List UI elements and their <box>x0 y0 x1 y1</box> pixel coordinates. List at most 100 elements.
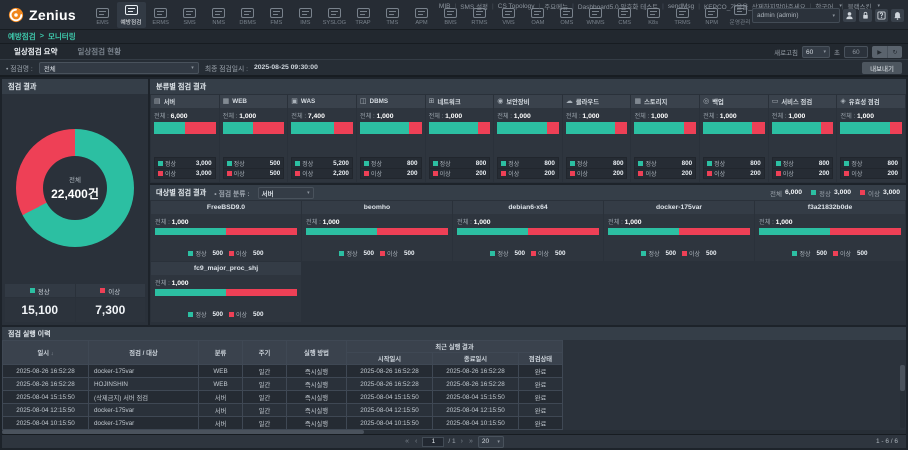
col-state[interactable]: 점검상태 <box>519 353 563 365</box>
normal-swatch <box>364 161 369 166</box>
nav-item-ems[interactable]: EMS <box>88 5 117 28</box>
col-group-last-result: 최근 실행 결과 <box>347 341 563 353</box>
normal-swatch <box>638 161 643 166</box>
last-page-button[interactable]: » <box>468 438 474 445</box>
normal-swatch <box>641 251 646 256</box>
help-icon <box>877 11 886 20</box>
database-icon: ◫ <box>360 98 367 105</box>
play-button[interactable]: ▶ <box>872 46 887 58</box>
history-row[interactable]: 2025-08-04 12:15:50docker-175var서버일간즉시실행… <box>3 404 563 417</box>
category-card-network: ⊞네트워크 전체 : 1,000 정상800 이상200 <box>426 95 494 182</box>
nav-item-prevention-check[interactable]: 예방점검 <box>117 2 146 28</box>
scrollbar-thumb[interactable] <box>900 365 905 391</box>
target-category-select[interactable]: 서버▾ <box>258 187 314 199</box>
status-badge: 완료 <box>519 417 563 430</box>
refresh-interval-select[interactable]: 60▾ <box>802 46 830 58</box>
result-bar <box>759 228 901 235</box>
history-row[interactable]: 2025-08-26 16:52:28docker-175varWEB일간즉시실… <box>3 365 563 378</box>
lock-icon <box>861 11 870 20</box>
link-sendmsg[interactable]: sendMsg <box>664 3 698 10</box>
reload-button[interactable]: ↻ <box>887 46 902 58</box>
result-bar <box>429 122 491 134</box>
result-bar <box>306 228 448 235</box>
abnormal-swatch <box>364 171 369 176</box>
nav-item-fms[interactable]: FMS <box>262 5 291 28</box>
result-bar <box>223 122 285 134</box>
category-card-web: ▦WEB 전체 : 1,000 정상500 이상500 <box>220 95 288 182</box>
result-bar <box>360 122 422 134</box>
nav-item-nms[interactable]: NMS <box>204 5 233 28</box>
breadcrumb-section[interactable]: 예방점검 <box>8 31 36 42</box>
help-button[interactable] <box>875 9 888 22</box>
result-bar <box>155 289 297 296</box>
validity-icon: ◈ <box>840 98 845 105</box>
nav-item-erms[interactable]: ERMS <box>146 5 175 28</box>
page-size-select[interactable]: 20▾ <box>478 436 504 448</box>
abnormal-swatch <box>295 171 300 176</box>
nav-item-syslog[interactable]: SYSLOG <box>320 5 349 28</box>
result-bar <box>497 122 559 134</box>
last-check-label: 최종 점검일시 : <box>205 63 248 73</box>
prev-page-button[interactable]: ‹ <box>414 438 418 445</box>
abnormal-count: 7,300 <box>76 298 146 322</box>
history-row[interactable]: 2025-08-26 16:52:28HOJINSHINWEB일간즉시실행202… <box>3 378 563 391</box>
col-target[interactable]: 점검 / 대상 <box>89 341 199 365</box>
top-bar: Zenius EMS 예방점검 ERMS SMS NMS DBMS FMS IM… <box>0 0 908 30</box>
normal-swatch <box>158 161 163 166</box>
normal-swatch <box>707 161 712 166</box>
col-start[interactable]: 시작일시 <box>347 353 433 365</box>
ems-icon <box>96 8 109 18</box>
first-page-button[interactable]: « <box>404 438 410 445</box>
check-name-select[interactable]: 전체▾ <box>39 62 199 74</box>
link-main-menu[interactable]: 주요메뉴 <box>540 1 572 11</box>
lock-button[interactable] <box>859 9 872 22</box>
nav-item-trap[interactable]: TRAP <box>349 5 378 28</box>
chevron-down-icon: ▾ <box>824 49 827 55</box>
target-card-beomho: beomho 전체 : 1,000 정상500이상500 <box>302 201 452 261</box>
page-total: / 1 <box>448 438 455 445</box>
nav-item-sms[interactable]: SMS <box>175 5 204 28</box>
status-badge: 완료 <box>519 391 563 404</box>
next-page-button[interactable]: › <box>460 438 464 445</box>
nav-item-dbms[interactable]: DBMS <box>233 5 262 28</box>
page-input[interactable]: 1 <box>422 437 444 447</box>
tab-daily-summary[interactable]: 일상점검 요약 <box>4 44 67 59</box>
abnormal-swatch <box>501 171 506 176</box>
category-card-backup: ◎백업 전체 : 1,000 정상800 이상200 <box>700 95 768 182</box>
alarm-button[interactable] <box>891 9 904 22</box>
normal-swatch <box>792 251 797 256</box>
user-menu[interactable]: admin (admin)▾ <box>752 8 840 23</box>
col-end[interactable]: 종료일시 <box>433 353 519 365</box>
export-button[interactable]: 내보내기 <box>862 62 902 74</box>
nav-item-tms[interactable]: TMS <box>378 5 407 28</box>
category-cards: ▤서버 전체 : 6,000 정상3,000 이상3,000 ▦WEB 전체 :… <box>150 94 906 183</box>
col-date[interactable]: 일시 ↓ <box>3 341 89 365</box>
target-card-freebsd9: FreeBSD9.0 전체 : 1,000 정상500이상500 <box>151 201 301 261</box>
tab-daily-status[interactable]: 일상점검 현황 <box>67 44 130 59</box>
history-row[interactable]: 2025-08-04 10:15:50docker-175var서버일간즉시실행… <box>3 417 563 430</box>
target-card-debian6: debian6-x64 전체 : 1,000 정상500이상500 <box>453 201 603 261</box>
apm-icon <box>415 8 428 18</box>
result-bar <box>291 122 353 134</box>
history-row[interactable]: 2025-08-04 15:15:50(삭제금지) 서버 점검서버일간즉시실행2… <box>3 391 563 404</box>
vertical-scrollbar[interactable] <box>900 365 905 428</box>
last-check-value: 2025-08-25 09:30:00 <box>254 64 318 71</box>
category-card-service-check: ▭서비스 점검 전체 : 1,000 정상800 이상200 <box>769 95 837 182</box>
user-profile-button[interactable] <box>843 9 856 22</box>
col-method[interactable]: 실행 방법 <box>287 341 347 365</box>
link-cs-topology[interactable]: CS Topology <box>494 3 539 10</box>
col-cycle[interactable]: 주기 <box>243 341 287 365</box>
abnormal-swatch <box>229 312 234 317</box>
link-mib[interactable]: MIB <box>435 3 455 10</box>
shield-icon: ◉ <box>497 98 503 105</box>
link-dashboard-test[interactable]: Dashboard5.0 암호화 테스트 <box>574 1 662 11</box>
nav-item-ims[interactable]: IMS <box>291 5 320 28</box>
col-category[interactable]: 분류 <box>199 341 243 365</box>
link-sms-settings[interactable]: SMS 설정 <box>456 1 492 11</box>
abnormal-swatch <box>776 171 781 176</box>
nav-item-apm[interactable]: APM <box>407 5 436 28</box>
bell-icon <box>893 11 902 20</box>
zenius-logo[interactable]: Zenius <box>0 0 88 29</box>
donut-center-label: 전체 <box>69 174 81 184</box>
tab-bar: 일상점검 요약 일상점검 현황 새로고침 60▾ 초 60 ▶ ↻ <box>0 44 908 60</box>
